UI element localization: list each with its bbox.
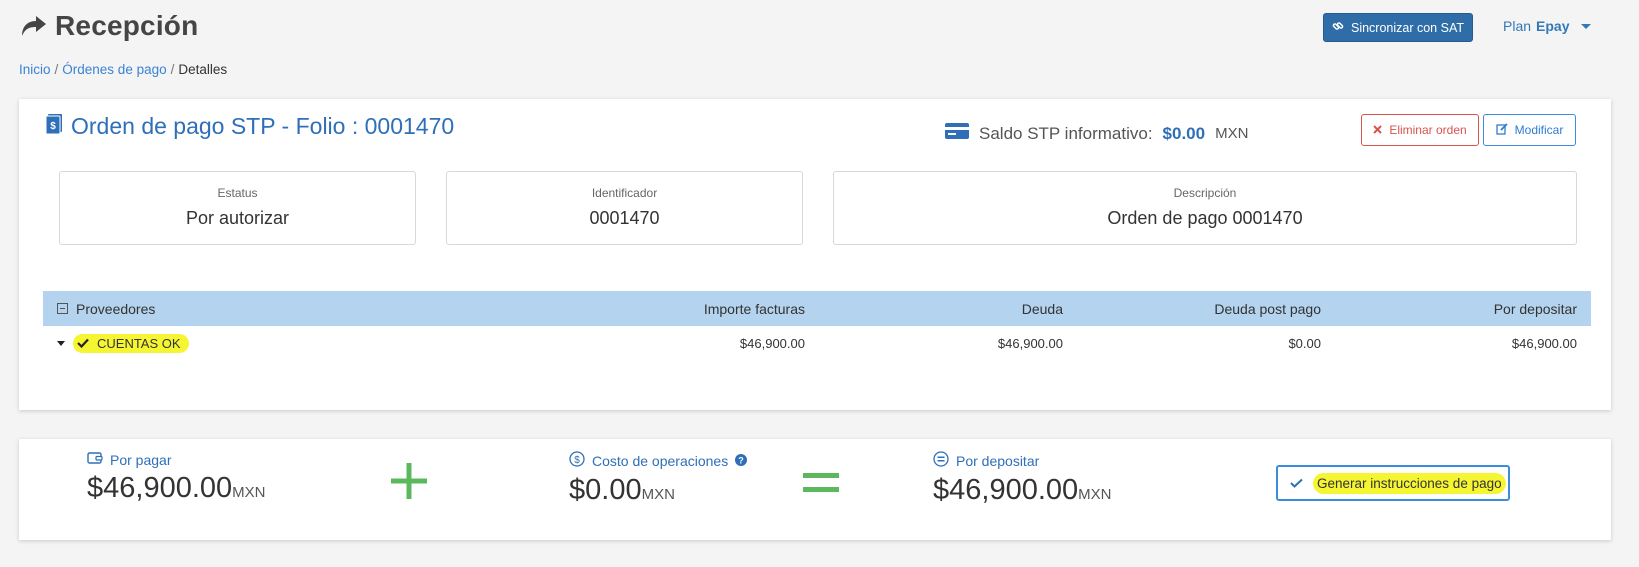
provider-cell: CUENTAS OK	[57, 326, 189, 361]
dollar-document-icon: $	[45, 113, 63, 140]
por-depositar-label: Por depositar	[956, 452, 1040, 469]
dollar-circle-icon: $	[569, 451, 585, 470]
wallet-icon	[87, 451, 103, 468]
saldo-label: Saldo STP informativo:	[979, 123, 1153, 143]
summary-card: Por pagar $46,900.00MXN $ Costo de opera…	[19, 439, 1611, 540]
saldo-currency: MXN	[1215, 125, 1249, 142]
status-box: Estatus Por autorizar	[59, 171, 416, 245]
generate-instructions-label: Generar instrucciones de pago	[1313, 472, 1506, 494]
por-pagar-label: Por pagar	[110, 451, 172, 468]
modify-button[interactable]: Modificar	[1483, 114, 1576, 146]
question-icon[interactable]: ?	[735, 453, 748, 469]
identifier-box: Identificador 0001470	[446, 171, 803, 245]
saldo-info: Saldo STP informativo: $0.00 MXN	[945, 123, 1248, 144]
plan-label: Plan	[1503, 18, 1532, 34]
plus-icon	[391, 463, 427, 504]
check-icon	[77, 336, 89, 351]
por-pagar-amount: $46,900.00	[87, 472, 233, 504]
svg-text:$: $	[574, 455, 580, 466]
edit-icon	[1496, 122, 1508, 138]
modify-label: Modificar	[1514, 123, 1564, 137]
breadcrumb-ordenes[interactable]: Órdenes de pago	[62, 62, 166, 77]
por-depositar-amount: $46,900.00	[933, 474, 1079, 506]
provider-name: CUENTAS OK	[97, 336, 181, 351]
identifier-label: Identificador	[591, 186, 658, 200]
equal-circle-icon	[933, 451, 949, 470]
col-importe: Importe facturas	[703, 300, 805, 317]
page-header: Recepción	[19, 6, 198, 46]
por-pagar-summary: Por pagar $46,900.00MXN	[87, 451, 266, 505]
check-icon	[1290, 476, 1303, 491]
col-deuda: Deuda	[1021, 300, 1063, 317]
caret-down-icon[interactable]	[57, 341, 65, 346]
close-icon	[1373, 123, 1383, 137]
order-title: $ Orden de pago STP - Folio : 0001470	[45, 113, 454, 140]
por-pagar-currency: MXN	[232, 484, 266, 501]
breadcrumb-inicio[interactable]: Inicio	[19, 62, 51, 77]
description-label: Descripción	[1173, 186, 1237, 200]
provider-highlight: CUENTAS OK	[73, 334, 189, 353]
status-value: Por autorizar	[185, 208, 290, 228]
costo-label: Costo de operaciones	[592, 452, 729, 469]
por-depositar-currency: MXN	[1078, 486, 1112, 503]
saldo-amount: $0.00	[1162, 123, 1206, 143]
col-deuda-post: Deuda post pago	[1214, 300, 1321, 317]
credit-card-icon	[945, 123, 969, 144]
equals-icon	[803, 473, 839, 498]
link-icon	[1332, 20, 1344, 35]
row-deuda-post: $0.00	[1288, 336, 1321, 351]
col-providers[interactable]: Proveedores	[57, 291, 155, 326]
page-title: Recepción	[55, 10, 199, 41]
caret-down-icon	[1580, 23, 1591, 29]
row-por-depositar: $46,900.00	[1511, 336, 1577, 351]
table-row[interactable]: CUENTAS OK $46,900.00 $46,900.00 $0.00 $…	[43, 326, 1591, 361]
por-depositar-summary: Por depositar $46,900.00MXN	[933, 451, 1112, 507]
collapse-icon[interactable]	[57, 303, 68, 314]
plan-name: Epay	[1536, 18, 1570, 34]
order-title-text: Orden de pago STP - Folio : 0001470	[71, 113, 455, 139]
identifier-value: 0001470	[589, 208, 660, 228]
col-por-depositar: Por depositar	[1493, 300, 1577, 317]
breadcrumb-current: Detalles	[178, 62, 228, 77]
costo-amount: $0.00	[569, 474, 642, 506]
svg-text:$: $	[50, 121, 56, 132]
row-deuda: $46,900.00	[997, 336, 1063, 351]
sync-sat-label: Sincronizar con SAT	[1350, 20, 1464, 35]
description-box: Descripción Orden de pago 0001470	[833, 171, 1577, 245]
row-importe: $46,900.00	[739, 336, 805, 351]
costo-currency: MXN	[641, 486, 675, 503]
providers-table-header: Proveedores Importe facturas Deuda Deuda…	[43, 291, 1591, 326]
order-card: $ Orden de pago STP - Folio : 0001470 Sa…	[19, 99, 1611, 410]
delete-order-label: Eliminar orden	[1389, 123, 1467, 137]
generate-instructions-button[interactable]: Generar instrucciones de pago	[1276, 465, 1510, 501]
breadcrumb: Inicio / Órdenes de pago / Detalles	[19, 62, 228, 77]
delete-order-button[interactable]: Eliminar orden	[1361, 114, 1479, 146]
svg-text:?: ?	[738, 455, 744, 465]
plan-dropdown[interactable]: Plan Epay	[1503, 18, 1591, 34]
share-arrow-icon	[19, 12, 49, 40]
col-providers-label: Proveedores	[76, 300, 156, 317]
sync-sat-button[interactable]: Sincronizar con SAT	[1323, 13, 1473, 42]
description-value: Orden de pago 0001470	[1107, 208, 1303, 228]
costo-summary: $ Costo de operaciones ? $0.00MXN	[569, 451, 748, 507]
status-label: Estatus	[217, 186, 258, 200]
